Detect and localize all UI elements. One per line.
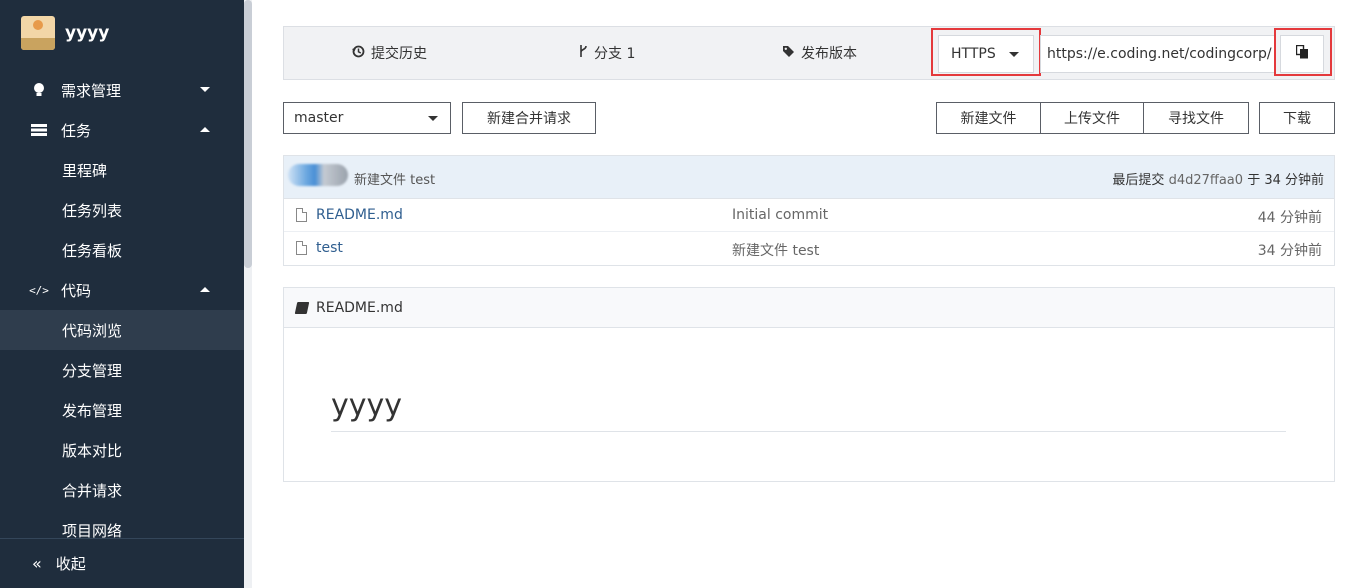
- sidebar-item-label: 里程碑: [62, 161, 108, 180]
- file-commit-message[interactable]: Initial commit: [732, 207, 828, 223]
- code-icon: </>: [29, 283, 49, 297]
- sidebar-item-label: 发布管理: [62, 401, 123, 420]
- latest-commit-bar: 新建文件 test 最后提交 d4d27ffaa0 于 34 分钟前: [284, 156, 1334, 199]
- sidebar-item-label: 版本对比: [62, 441, 123, 460]
- sidebar-item-code[interactable]: </> 代码: [0, 270, 244, 310]
- last-commit-time: 于 34 分钟前: [1247, 173, 1324, 188]
- branch-select[interactable]: master: [283, 102, 451, 134]
- last-commit-prefix: 最后提交: [1112, 173, 1165, 188]
- book-icon: [294, 301, 310, 314]
- file-commit-time: 44 分钟前: [1257, 210, 1322, 226]
- tag-icon: [782, 45, 795, 62]
- avatar[interactable]: [288, 164, 348, 186]
- download-button[interactable]: 下载: [1259, 102, 1335, 134]
- table-row: README.md Initial commit 44 分钟前: [284, 199, 1334, 232]
- table-row: test 新建文件 test 34 分钟前: [284, 232, 1334, 265]
- new-file-button[interactable]: 新建文件: [936, 102, 1041, 134]
- releases-label: 发布版本: [801, 46, 857, 62]
- last-commit-hash[interactable]: d4d27ffaa0: [1169, 173, 1243, 188]
- releases-link[interactable]: 发布版本: [782, 27, 857, 79]
- last-commit-info: 最后提交 d4d27ffaa0 于 34 分钟前: [1112, 169, 1324, 188]
- lightbulb-icon: [30, 81, 48, 99]
- readme-panel: README.md yyyy: [283, 287, 1335, 482]
- collapse-label: 收起: [55, 555, 86, 573]
- copy-highlight: [1274, 28, 1332, 76]
- branch-icon: [578, 44, 588, 62]
- new-merge-request-button[interactable]: 新建合并请求: [462, 102, 596, 134]
- file-commit-time: 34 分钟前: [1257, 243, 1322, 259]
- commit-history-link[interactable]: 提交历史: [352, 27, 427, 79]
- sidebar-item-task-board[interactable]: 任务看板: [0, 230, 244, 270]
- commit-history-label: 提交历史: [371, 46, 427, 62]
- sidebar-item-label: 需求管理: [61, 81, 122, 100]
- sidebar-item-label: 合并请求: [62, 481, 123, 500]
- upload-file-button[interactable]: 上传文件: [1040, 102, 1144, 134]
- sidebar-item-branches[interactable]: 分支管理: [0, 350, 244, 390]
- main-content: 提交历史 分支 1 发布版本 HTTPS https://e.coding.ne…: [252, 0, 1366, 588]
- branches-link[interactable]: 分支 1: [578, 27, 635, 79]
- sidebar-item-label: 代码浏览: [62, 321, 123, 340]
- readme-header: README.md: [284, 288, 1334, 328]
- sidebar-menu: 需求管理 任务 里程碑 任务列表 任务看板 </> 代码 代码浏览 分支管理 发…: [0, 70, 244, 550]
- chevron-up-icon: [200, 127, 210, 132]
- branches-label: 分支 1: [594, 46, 636, 62]
- protocol-highlight: [931, 28, 1041, 76]
- sidebar-scrollbar[interactable]: [244, 0, 252, 588]
- file-commit-message[interactable]: 新建文件 test: [732, 240, 819, 260]
- repo-topbar: 提交历史 分支 1 发布版本 HTTPS https://e.coding.ne…: [283, 26, 1335, 80]
- sidebar-item-label: 任务: [61, 121, 92, 140]
- readme-heading: yyyy: [331, 388, 1286, 432]
- branch-value: master: [294, 110, 344, 126]
- sidebar-item-tasks[interactable]: 任务: [0, 110, 244, 150]
- sidebar-item-releases[interactable]: 发布管理: [0, 390, 244, 430]
- sidebar-item-label: 分支管理: [62, 361, 123, 380]
- sidebar-item-label: 代码: [61, 281, 92, 300]
- sidebar-item-compare[interactable]: 版本对比: [0, 430, 244, 470]
- sidebar-item-label: 任务列表: [62, 201, 123, 220]
- scrollbar-thumb[interactable]: [244, 0, 252, 268]
- file-name-link[interactable]: README.md: [316, 207, 403, 223]
- find-file-button[interactable]: 寻找文件: [1143, 102, 1249, 134]
- readme-filename: README.md: [316, 299, 403, 316]
- chevron-up-icon: [200, 287, 210, 292]
- clone-url-field[interactable]: https://e.coding.net/codingcorp/: [1040, 35, 1276, 73]
- task-list-icon: [30, 121, 48, 139]
- sidebar-item-label: 任务看板: [62, 241, 123, 260]
- sidebar: yyyy 需求管理 任务 里程碑 任务列表 任务看板 </> 代码 代码浏览 分…: [0, 0, 252, 588]
- file-table: 新建文件 test 最后提交 d4d27ffaa0 于 34 分钟前 READM…: [283, 155, 1335, 266]
- sidebar-item-merge-requests[interactable]: 合并请求: [0, 470, 244, 510]
- file-name-link[interactable]: test: [316, 240, 343, 256]
- file-icon: [296, 241, 307, 255]
- sidebar-item-requirements[interactable]: 需求管理: [0, 70, 244, 110]
- double-chevron-left-icon: «: [32, 554, 42, 573]
- latest-commit-message[interactable]: 新建文件 test: [354, 169, 435, 188]
- project-logo: [21, 16, 55, 50]
- sidebar-collapse-button[interactable]: « 收起: [0, 538, 244, 588]
- project-header[interactable]: yyyy: [21, 16, 109, 50]
- chevron-down-icon: [428, 116, 438, 121]
- chevron-down-icon: [200, 87, 210, 92]
- file-icon: [296, 208, 307, 222]
- history-icon: [352, 45, 365, 62]
- sidebar-item-milestones[interactable]: 里程碑: [0, 150, 244, 190]
- project-name: yyyy: [65, 23, 110, 43]
- sidebar-item-task-list[interactable]: 任务列表: [0, 190, 244, 230]
- sidebar-item-code-browse[interactable]: 代码浏览: [0, 310, 244, 350]
